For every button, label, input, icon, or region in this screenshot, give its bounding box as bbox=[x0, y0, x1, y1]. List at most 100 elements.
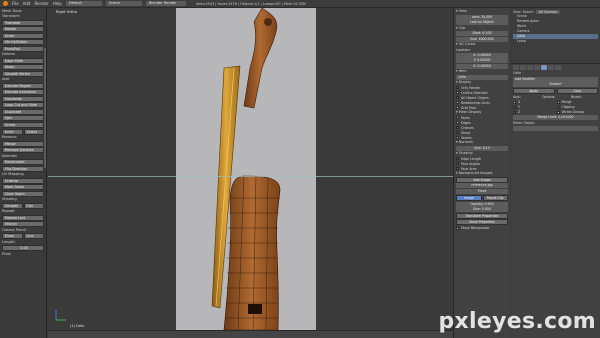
mark-seam-button[interactable]: Mark Seam bbox=[2, 184, 44, 190]
mirror-object-field[interactable] bbox=[513, 126, 598, 131]
translate-button[interactable]: Translate bbox=[2, 19, 44, 26]
material-tab-icon[interactable] bbox=[548, 65, 554, 70]
modifier-tab-icon[interactable] bbox=[541, 65, 547, 70]
scene-tab-icon[interactable] bbox=[520, 65, 526, 70]
modifier-name-field[interactable]: Subsurf bbox=[513, 82, 598, 87]
rotate-button[interactable]: Rotate bbox=[2, 26, 44, 32]
outliner-search-menu[interactable]: Search bbox=[523, 10, 534, 14]
checkbox-icon bbox=[456, 91, 459, 94]
shade-flat-button[interactable]: Flat bbox=[23, 202, 44, 209]
spin-button[interactable]: Spin bbox=[2, 115, 44, 121]
render-engine-select[interactable]: Blender Render bbox=[145, 1, 186, 6]
bg-size-field[interactable]: Size: 5.000 bbox=[456, 207, 508, 212]
menu-add[interactable]: Add bbox=[23, 1, 31, 6]
cursor-x-field[interactable]: X: 0.00000 bbox=[456, 52, 508, 58]
3d-viewport[interactable]: Right Ortho (1) Cello bbox=[48, 8, 453, 330]
shrink-fatten-button[interactable]: Shrink/Fatten bbox=[2, 39, 44, 45]
checkbox-icon bbox=[456, 131, 459, 134]
render-tab-icon[interactable] bbox=[513, 65, 519, 70]
blender-logo-icon[interactable] bbox=[3, 1, 8, 6]
copy-button[interactable]: Copy bbox=[556, 88, 598, 94]
length-field[interactable]: 0.04 bbox=[2, 245, 44, 251]
edge-slide-button[interactable]: Edge Slide bbox=[2, 57, 44, 64]
duplicate-button[interactable]: Duplicate bbox=[2, 108, 44, 115]
clear-seam-button[interactable]: Clear Seam bbox=[2, 190, 44, 197]
menu-render[interactable]: Render bbox=[34, 1, 48, 6]
np-normals-header[interactable]: Normals bbox=[456, 140, 508, 145]
cello-model[interactable] bbox=[48, 8, 453, 330]
extrude-region-button[interactable]: Extrude Region bbox=[2, 82, 44, 89]
clip-start-field[interactable]: Start: 0.100 bbox=[456, 31, 508, 36]
show-manipulator-check[interactable]: Show Manipulator bbox=[456, 226, 508, 231]
screw-button[interactable]: Screw bbox=[2, 121, 44, 128]
merge-limit-field[interactable]: Merge Limit: 0.001000 bbox=[513, 115, 598, 120]
vertex-groups-check[interactable]: Vertex Groups bbox=[556, 110, 599, 115]
lens-field[interactable]: Lens: 35.000 bbox=[456, 14, 508, 20]
horizon-guide-line bbox=[48, 176, 453, 177]
outliner-view-menu[interactable]: View bbox=[513, 10, 521, 14]
gp-draw-button[interactable]: Draw bbox=[2, 233, 23, 239]
history-button[interactable]: History bbox=[2, 221, 44, 227]
section-remove[interactable]: Remove bbox=[2, 135, 44, 140]
section-uv-mapping[interactable]: UV Mapping bbox=[2, 172, 44, 177]
gp-line-button[interactable]: Line bbox=[23, 233, 44, 239]
section-deform[interactable]: Deform bbox=[2, 52, 44, 57]
bg-image-button[interactable]: Image bbox=[456, 194, 482, 201]
np-view-header[interactable]: View bbox=[456, 9, 508, 14]
texture-tab-icon[interactable] bbox=[555, 65, 561, 70]
screen-layout-select[interactable]: Default bbox=[65, 1, 102, 6]
smooth-vertex-button[interactable]: Smooth Vertex bbox=[2, 70, 44, 77]
knife-button[interactable]: Knife bbox=[2, 128, 23, 135]
select-button[interactable]: Select bbox=[23, 128, 44, 135]
apply-button[interactable]: Apply bbox=[513, 88, 555, 94]
normal-size-field[interactable]: Size: 0.10 bbox=[456, 145, 508, 151]
menu-help[interactable]: Help bbox=[53, 1, 62, 6]
seams-label: Seams bbox=[461, 135, 472, 140]
push-pull-button[interactable]: Push/Pull bbox=[2, 45, 44, 52]
np-item-header[interactable]: Item bbox=[456, 69, 508, 74]
bg-opacity-slider[interactable]: Opacity: 0.500 bbox=[456, 201, 508, 207]
subdivide-button[interactable]: Subdivide bbox=[2, 95, 44, 102]
menu-file[interactable]: File bbox=[12, 1, 19, 6]
axis-z-check[interactable]: Z bbox=[513, 110, 555, 115]
extrude-individual-button[interactable]: Extrude Individual bbox=[2, 89, 44, 95]
scale-button[interactable]: Scale bbox=[2, 32, 44, 39]
unwrap-button[interactable]: Unwrap bbox=[2, 177, 44, 184]
bg-source-toggle: Image Movie Clip bbox=[456, 194, 508, 201]
show-properties-button[interactable]: Show Properties bbox=[456, 219, 508, 225]
world-tab-icon[interactable] bbox=[527, 65, 533, 70]
item-name-field[interactable]: Cello bbox=[456, 74, 508, 80]
scene-select[interactable]: Scene bbox=[105, 1, 142, 6]
repeat-last-button[interactable]: Repeat Last bbox=[2, 214, 44, 221]
lock-object-field[interactable]: Lock to Object: bbox=[456, 20, 508, 25]
np-background-images-header[interactable]: Background Images bbox=[456, 171, 508, 176]
tool-shelf-scrollbar[interactable] bbox=[44, 48, 46, 168]
properties-n-panel: View Lens: 35.000 Lock to Object: Clip S… bbox=[453, 8, 510, 338]
add-image-button[interactable]: Add Image bbox=[456, 176, 508, 183]
noise-button[interactable]: Noise bbox=[2, 64, 44, 70]
section-normals[interactable]: Normals bbox=[2, 154, 44, 159]
remove-doubles-button[interactable]: Remove Doubles bbox=[2, 147, 44, 153]
bg-image-name[interactable]: reference.jpg bbox=[456, 183, 508, 188]
shade-smooth-button[interactable]: Smooth bbox=[2, 202, 23, 209]
section-add[interactable]: Add bbox=[2, 77, 44, 82]
clip-end-field[interactable]: End: 1000.000 bbox=[456, 36, 508, 42]
merge-button[interactable]: Merge bbox=[2, 140, 44, 147]
np-clip-header[interactable]: Clip bbox=[456, 26, 508, 31]
bg-movie-button[interactable]: Movie Clip bbox=[482, 194, 508, 201]
object-tab-icon[interactable] bbox=[534, 65, 540, 70]
recalculate-button[interactable]: Recalculate bbox=[2, 159, 44, 165]
edges-label: Edges bbox=[461, 120, 471, 125]
checkbox-icon bbox=[456, 86, 459, 89]
cursor-y-field[interactable]: Y: 0.00000 bbox=[456, 58, 508, 63]
section-repeat[interactable]: Repeat bbox=[2, 209, 44, 214]
loop-cut-button[interactable]: Loop Cut and Slide bbox=[2, 102, 44, 108]
add-modifier-select[interactable]: Add Modifier bbox=[513, 76, 598, 82]
section-transform[interactable]: Transform bbox=[2, 14, 44, 19]
flip-direction-button[interactable]: Flip Direction bbox=[2, 165, 44, 172]
outliner-item-lamp[interactable]: Lamp bbox=[513, 39, 598, 44]
outliner-display-select[interactable]: All Scenes bbox=[535, 9, 560, 14]
cursor-z-field[interactable]: Z: 0.00000 bbox=[456, 63, 508, 69]
bg-axis-select[interactable]: Front bbox=[456, 188, 508, 194]
transform-properties-button[interactable]: Transform Properties bbox=[456, 212, 508, 219]
